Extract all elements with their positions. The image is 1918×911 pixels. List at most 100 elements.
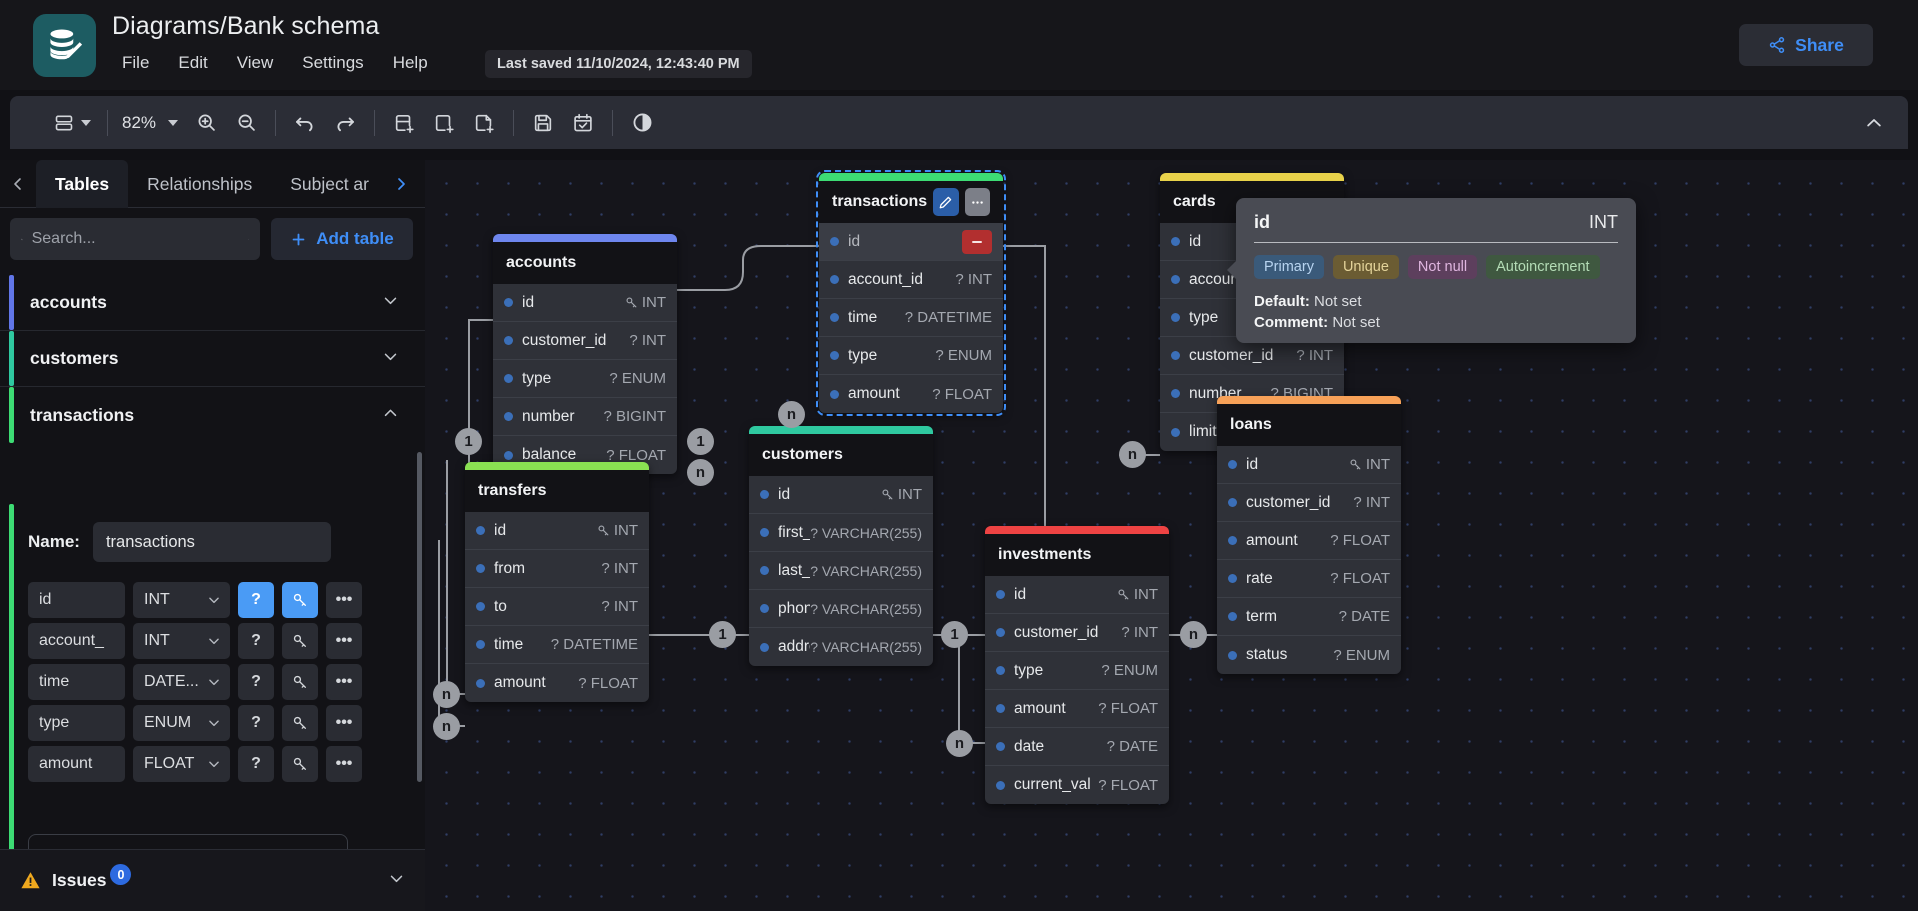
field-type-select[interactable]: FLOAT [133,746,230,782]
table-field-row[interactable]: id INT [465,512,649,550]
issues-bar[interactable]: Issues 0 [0,849,425,911]
table-title[interactable]: loans [1217,404,1401,446]
cardinality-badge[interactable]: n [1180,621,1207,648]
chevron-down-icon[interactable] [382,292,399,314]
table-field-row[interactable]: type ? ENUM [493,360,677,398]
canvas-table-loans[interactable]: loans id INT customer_id ? INT amount [1217,396,1401,674]
table-field-row[interactable]: id INT [985,576,1169,614]
table-field-row[interactable]: amount ? FLOAT [819,375,1003,413]
field-nullable-toggle[interactable]: ? [238,664,274,700]
cardinality-badge[interactable]: 1 [941,621,968,648]
table-field-row[interactable]: rate ? FLOAT [1217,560,1401,598]
tabs-scroll-right-button[interactable] [383,160,419,208]
add-note-button[interactable] [464,103,504,143]
field-nullable-toggle[interactable]: ? [238,582,274,618]
table-field-row[interactable]: customer_id ? INT [985,614,1169,652]
chevron-up-icon[interactable] [382,404,399,426]
field-more-options-button[interactable]: ••• [326,582,362,618]
table-field-row[interactable]: status ? ENUM [1217,636,1401,674]
table-field-row[interactable]: type ? ENUM [819,337,1003,375]
table-field-row[interactable]: time ? DATETIME [819,299,1003,337]
tab-subject-areas[interactable]: Subject ar [271,160,388,208]
table-field-row[interactable]: time ? DATETIME [465,626,649,664]
table-field-row[interactable]: address ? VARCHAR(255) [749,628,933,666]
add-area-button[interactable] [424,103,464,143]
table-field-row[interactable]: amount ? FLOAT [465,664,649,702]
table-title[interactable]: investments [985,534,1169,576]
add-table-button[interactable] [384,103,424,143]
table-field-row[interactable]: customer_id ? INT [493,322,677,360]
sidebar-table-transactions[interactable]: transactions [0,387,425,443]
field-primary-key-toggle[interactable] [282,746,318,782]
tab-tables[interactable]: Tables [36,160,128,208]
cardinality-badge[interactable]: 1 [687,428,714,455]
diagram-canvas[interactable]: accounts id INT customer_id ? INT type [425,160,1918,911]
table-field-row[interactable]: id [819,223,1003,261]
collapse-toolbar-button[interactable] [1854,103,1894,143]
menu-view[interactable]: View [237,53,274,73]
chevron-down-icon[interactable] [382,348,399,370]
remove-field-button[interactable] [962,230,992,254]
cardinality-badge[interactable]: n [687,459,714,486]
table-field-row[interactable]: id INT [749,476,933,514]
redo-button[interactable] [325,103,365,143]
share-button[interactable]: Share [1739,24,1873,66]
sidebar-table-customers[interactable]: customers [0,331,425,387]
menu-file[interactable]: File [122,53,149,73]
field-more-options-button[interactable]: ••• [326,746,362,782]
commit-button[interactable] [563,103,603,143]
cardinality-badge[interactable]: n [433,713,460,740]
field-primary-key-toggle[interactable] [282,664,318,700]
table-title[interactable]: accounts [493,242,677,284]
table-field-row[interactable]: customer_id ? INT [1217,484,1401,522]
field-type-select[interactable]: ENUM [133,705,230,741]
zoom-out-button[interactable] [226,103,266,143]
chevron-down-icon[interactable] [388,870,405,892]
undo-button[interactable] [285,103,325,143]
field-primary-key-toggle[interactable] [282,582,318,618]
field-nullable-toggle[interactable]: ? [238,705,274,741]
canvas-table-transactions[interactable]: transactions id [819,173,1003,413]
field-more-options-button[interactable]: ••• [326,623,362,659]
table-field-row[interactable]: first_na... ? VARCHAR(255) [749,514,933,552]
table-title[interactable]: transfers [465,470,649,512]
field-primary-key-toggle[interactable] [282,623,318,659]
field-name-input[interactable]: account_ [28,623,125,659]
table-field-row[interactable]: from ? INT [465,550,649,588]
table-field-row[interactable]: number ? BIGINT [493,398,677,436]
canvas-table-accounts[interactable]: accounts id INT customer_id ? INT type [493,234,677,474]
tab-relationships[interactable]: Relationships [128,160,271,208]
field-nullable-toggle[interactable]: ? [238,623,274,659]
table-field-row[interactable]: id INT [493,284,677,322]
cardinality-badge[interactable]: n [433,681,460,708]
table-field-row[interactable]: last_na... ? VARCHAR(255) [749,552,933,590]
table-name-input[interactable] [93,522,331,562]
zoom-in-button[interactable] [186,103,226,143]
field-name-input[interactable]: type [28,705,125,741]
table-field-row[interactable]: amount ? FLOAT [1217,522,1401,560]
cardinality-badge[interactable]: n [946,730,973,757]
field-type-select[interactable]: INT [133,582,230,618]
zoom-level-value[interactable]: 82% [117,113,161,133]
search-input-wrapper[interactable] [10,218,260,260]
table-field-row[interactable]: amount ? FLOAT [985,690,1169,728]
zoom-dropdown-chevron-icon[interactable] [168,120,178,126]
table-title[interactable]: transactions [819,181,1003,223]
table-title[interactable]: customers [749,434,933,476]
cardinality-badge[interactable]: 1 [709,621,736,648]
table-field-row[interactable]: date ? DATE [985,728,1169,766]
field-name-input[interactable]: amount [28,746,125,782]
field-more-options-button[interactable]: ••• [326,705,362,741]
table-field-row[interactable]: to ? INT [465,588,649,626]
field-more-options-button[interactable]: ••• [326,664,362,700]
save-button[interactable] [523,103,563,143]
sidebar-scrollbar[interactable] [417,452,422,782]
table-field-row[interactable]: type ? ENUM [985,652,1169,690]
menu-help[interactable]: Help [393,53,428,73]
layout-rows-button[interactable] [46,103,98,143]
sidebar-table-accounts[interactable]: accounts [0,275,425,331]
edit-table-button[interactable] [933,188,958,216]
field-type-select[interactable]: DATE... [133,664,230,700]
table-field-row[interactable]: current_val ? FLOAT [985,766,1169,804]
table-field-row[interactable]: account_id ? INT [819,261,1003,299]
